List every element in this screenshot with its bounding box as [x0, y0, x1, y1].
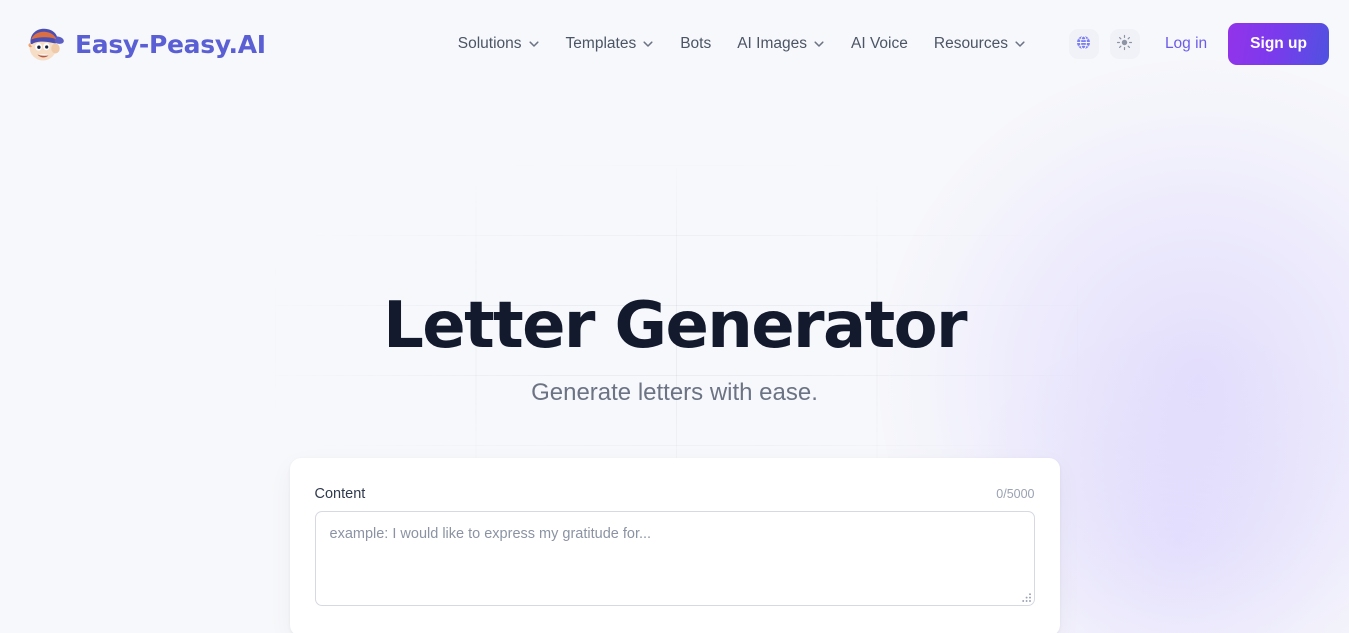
theme-toggle-button[interactable] [1109, 29, 1140, 59]
nav-item-resources[interactable]: Resources [934, 36, 1026, 52]
nav-item-ai-voice[interactable]: AI Voice [851, 36, 908, 52]
content-input-wrapper [314, 511, 1035, 607]
main-content: Letter Generator Generate letters with e… [0, 88, 1349, 633]
chevron-down-icon [813, 38, 825, 50]
nav-item-label: Solutions [457, 35, 522, 53]
nav-item-bots[interactable]: Bots [680, 36, 711, 52]
nav-item-ai-images[interactable]: AI Images [737, 36, 825, 52]
nav-item-label: Bots [680, 35, 712, 53]
language-switcher-button[interactable] [1068, 29, 1099, 59]
nav-item-label: Templates [565, 35, 637, 53]
content-input[interactable] [314, 511, 1035, 607]
content-field-header: Content 0/5000 [315, 486, 1035, 502]
globe-icon [1075, 34, 1092, 54]
signup-button[interactable]: Sign up [1228, 23, 1329, 65]
nav-item-label: Resources [933, 35, 1008, 53]
chevron-down-icon [528, 38, 540, 50]
sun-icon [1116, 34, 1133, 54]
brand-name: Easy-Peasy.AI [75, 29, 266, 59]
character-counter: 0/5000 [996, 487, 1035, 502]
page-root: Easy-Peasy.AI Solutions Templates Bots A… [0, 0, 1349, 633]
chevron-down-icon [1014, 38, 1026, 50]
generator-form-card: Content 0/5000 [289, 458, 1060, 633]
nav-item-templates[interactable]: Templates [566, 36, 655, 52]
header-actions: Log in Sign up [1068, 23, 1329, 65]
primary-navigation: Solutions Templates Bots AI Images AI Vo… [458, 36, 1026, 52]
brand-logo-link[interactable]: Easy-Peasy.AI [22, 24, 266, 64]
content-field-label: Content [314, 486, 366, 503]
chevron-down-icon [642, 38, 654, 50]
nav-item-solutions[interactable]: Solutions [458, 36, 540, 52]
mascot-face-with-cap-icon [22, 24, 66, 64]
page-title: Letter Generator [383, 289, 967, 363]
nav-item-label: AI Voice [851, 35, 908, 53]
nav-item-label: AI Images [737, 35, 807, 53]
page-subtitle: Generate letters with ease. [531, 379, 818, 407]
login-link[interactable]: Log in [1165, 35, 1207, 53]
site-header: Easy-Peasy.AI Solutions Templates Bots A… [0, 0, 1349, 88]
